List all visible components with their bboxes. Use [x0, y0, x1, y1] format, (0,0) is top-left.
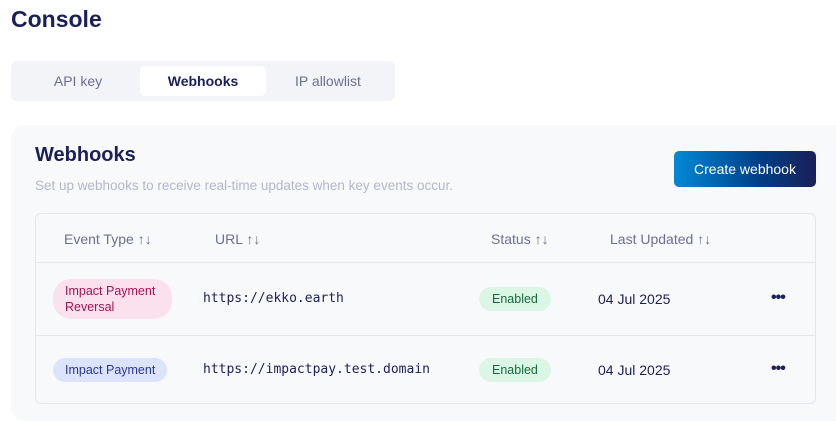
status-badge: Enabled [479, 358, 551, 382]
webhook-url: https://impactpay.test.domain [203, 362, 430, 377]
sort-icon: ↑↓ [697, 231, 712, 247]
create-webhook-button[interactable]: Create webhook [674, 151, 816, 187]
webhooks-table: Event Type ↑↓ URL ↑↓ Status ↑↓ Last Upda… [35, 213, 816, 404]
table-row: Impact Payment Reversal https://ekko.ear… [36, 262, 815, 335]
event-type-badge: Impact Payment Reversal [53, 279, 172, 319]
status-badge: Enabled [479, 287, 551, 311]
table-row: Impact Payment https://impactpay.test.do… [36, 335, 815, 404]
sort-icon: ↑↓ [137, 231, 152, 247]
column-header-url[interactable]: URL ↑↓ [215, 231, 260, 247]
page-title: Console [11, 6, 102, 32]
console-tabs: API key Webhooks IP allowlist [11, 61, 395, 101]
section-description: Set up webhooks to receive real-time upd… [35, 178, 453, 193]
tab-webhooks[interactable]: Webhooks [140, 66, 266, 96]
sort-icon: ↑↓ [246, 231, 261, 247]
event-type-badge: Impact Payment [53, 358, 168, 382]
more-options-icon[interactable]: ••• [771, 289, 786, 307]
webhooks-card: Webhooks Set up webhooks to receive real… [11, 125, 836, 421]
header-label: URL [215, 231, 243, 247]
header-label: Status [491, 231, 531, 247]
more-options-icon[interactable]: ••• [771, 360, 786, 378]
column-header-status[interactable]: Status ↑↓ [491, 231, 549, 247]
column-header-event-type[interactable]: Event Type ↑↓ [64, 231, 152, 247]
sort-icon: ↑↓ [534, 231, 549, 247]
webhook-url: https://ekko.earth [203, 291, 344, 306]
tab-ip-allowlist[interactable]: IP allowlist [265, 66, 391, 96]
header-label: Last Updated [610, 231, 694, 247]
section-title: Webhooks [35, 144, 136, 166]
last-updated: 04 Jul 2025 [598, 291, 671, 307]
column-header-last-updated[interactable]: Last Updated ↑↓ [610, 231, 711, 247]
tab-api-key[interactable]: API key [15, 66, 141, 96]
header-label: Event Type [64, 231, 134, 247]
last-updated: 04 Jul 2025 [598, 362, 671, 378]
